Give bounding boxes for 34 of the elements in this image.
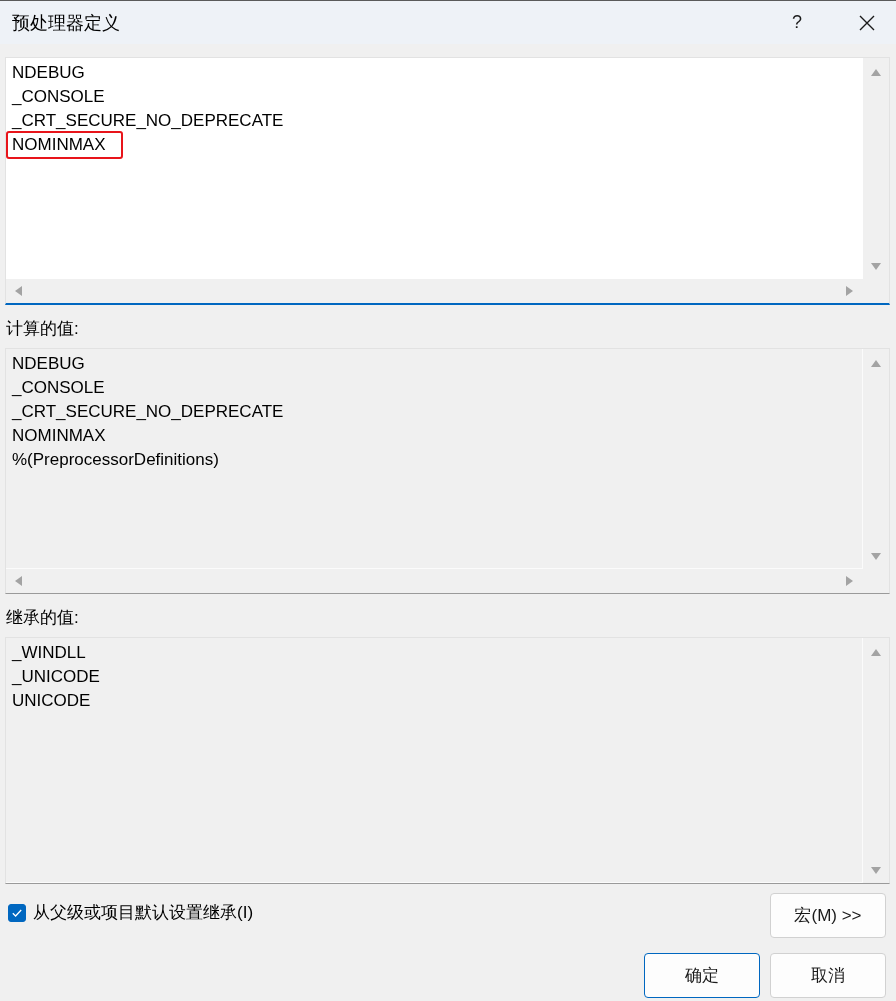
field-label: 继承的值: <box>5 607 80 630</box>
code-line: _CRT_SECURE_NO_DEPRECATE <box>12 110 284 132</box>
scroll-up-icon[interactable] <box>871 649 881 657</box>
scroll-left-icon[interactable] <box>15 285 22 296</box>
macros-button[interactable]: 宏(M) >> <box>770 893 886 938</box>
code-line: NDEBUG <box>12 62 85 84</box>
dialog-button[interactable]: 取消 <box>770 953 886 998</box>
scroll-right-icon[interactable] <box>846 285 853 296</box>
scroll-down-icon[interactable] <box>871 867 881 874</box>
definitions-editor[interactable]: NDEBUG _CONSOLE _CRT_SECURE_NO_DEPRECATE NOMINMAX <box>5 57 890 305</box>
code-line: NOMINMAX <box>12 424 106 447</box>
code-line: %(PreprocessorDefinitions) <box>12 448 219 471</box>
scroll-down-icon[interactable] <box>871 262 881 270</box>
code-line: _CRT_SECURE_NO_DEPRECATE <box>12 400 284 423</box>
help-button[interactable]: ? <box>774 2 820 43</box>
scroll-up-icon[interactable] <box>871 359 881 367</box>
code-line: NOMINMAX <box>12 135 106 154</box>
dialog-button[interactable]: 确定 <box>644 953 760 998</box>
scroll-right-icon[interactable] <box>846 576 853 587</box>
code-line: _UNICODE <box>12 666 100 689</box>
close-icon <box>859 14 875 31</box>
checkmark-icon <box>12 909 22 917</box>
code-line: _CONSOLE <box>12 376 105 399</box>
scroll-up-icon[interactable] <box>871 69 881 76</box>
field-label: 计算的值: <box>5 317 80 340</box>
checkbox[interactable] <box>8 904 26 922</box>
code-line: NDEBUG <box>12 352 85 375</box>
checkbox-label[interactable]: 从父级或项目默认设置继承(I) <box>33 901 254 925</box>
scroll-left-icon[interactable] <box>15 576 22 587</box>
window-title: 预处理器定义 <box>12 11 121 35</box>
scroll-down-icon[interactable] <box>871 553 881 561</box>
code-line: _WINDLL <box>12 642 86 665</box>
code-line: _CONSOLE <box>12 86 105 108</box>
code-line: UNICODE <box>12 690 91 713</box>
